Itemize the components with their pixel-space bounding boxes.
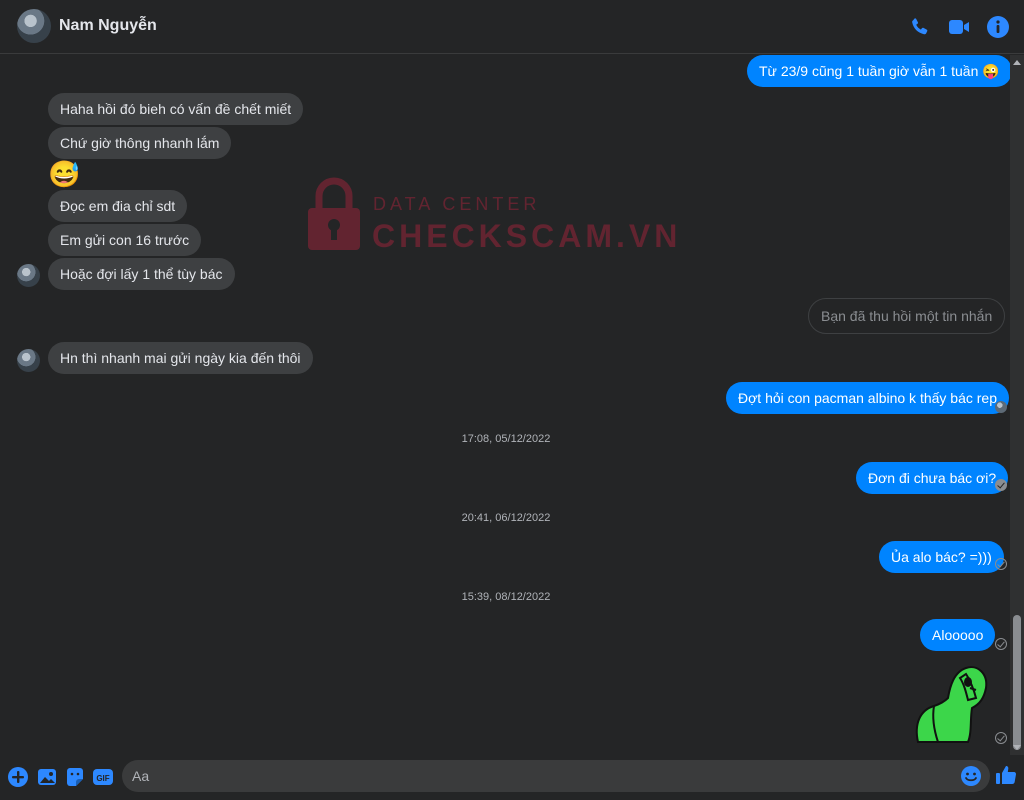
message-input[interactable] <box>132 760 952 792</box>
image-icon[interactable] <box>36 766 58 788</box>
gif-label: GIF <box>96 774 109 783</box>
sent-check-icon <box>995 732 1007 744</box>
incoming-message[interactable]: Hoặc đợi lấy 1 thể tùy bác <box>48 258 235 290</box>
chat-scrollbar[interactable] <box>1010 55 1024 755</box>
scroll-up-icon[interactable] <box>1013 60 1021 65</box>
incoming-message[interactable]: Đọc em đia chỉ sdt <box>48 190 188 222</box>
incoming-message[interactable]: Em gửi con 16 trước <box>48 224 202 256</box>
facepalm-sticker[interactable] <box>910 664 992 744</box>
incoming-message[interactable]: Haha hồi đó bieh có vấn đề chết miết <box>48 93 304 125</box>
scrollbar-thumb[interactable] <box>1013 615 1021 750</box>
emoji-icon[interactable] <box>960 765 982 787</box>
incoming-message[interactable]: Chứ giờ thông nhanh lắm <box>48 127 232 159</box>
seen-avatar <box>995 401 1007 413</box>
watermark-line1: DATA CENTER <box>373 194 541 214</box>
message-list[interactable]: DATA CENTER CHECKSCAM.VN Từ 23/9 cũng 1 … <box>0 55 1024 755</box>
gif-icon[interactable]: GIF <box>92 766 114 788</box>
sent-check-icon <box>995 638 1007 650</box>
sent-check-icon <box>995 558 1007 570</box>
sender-avatar[interactable] <box>17 264 40 287</box>
conversation-header: Nam Nguyễn <box>0 0 1024 54</box>
thumbs-up-icon[interactable] <box>995 764 1017 786</box>
outgoing-message[interactable]: Đợt hỏi con pacman albino k thấy bác rep <box>726 382 1009 414</box>
watermark-line2: CHECKSCAM.VN <box>372 218 682 254</box>
timestamp: 15:39, 08/12/2022 <box>461 591 551 603</box>
emoji-message[interactable]: 😅 <box>48 159 80 189</box>
delivered-check-icon <box>995 479 1007 491</box>
outgoing-message[interactable]: Từ 23/9 cũng 1 tuần giờ vẫn 1 tuần 😜 <box>747 55 1012 87</box>
outgoing-message[interactable]: Ủa alo bác? =))) <box>879 541 1004 573</box>
message-composer: GIF <box>0 755 1024 800</box>
info-icon[interactable] <box>986 15 1010 39</box>
outgoing-message[interactable]: Đơn đi chưa bác ơi? <box>856 462 1009 494</box>
phone-icon[interactable] <box>908 15 932 39</box>
padlock-icon <box>308 177 360 250</box>
timestamp: 17:08, 05/12/2022 <box>461 433 551 445</box>
timestamp: 20:41, 06/12/2022 <box>461 512 551 524</box>
plus-icon[interactable] <box>7 766 29 788</box>
unsent-message-notice: Bạn đã thu hồi một tin nhắn <box>808 298 1006 334</box>
message-input-wrapper[interactable] <box>122 760 990 792</box>
contact-name[interactable]: Nam Nguyễn <box>59 17 157 35</box>
incoming-message[interactable]: Hn thì nhanh mai gửi ngày kia đến thôi <box>48 342 313 374</box>
video-icon[interactable] <box>947 15 971 39</box>
outgoing-message[interactable]: Alooooo <box>920 619 996 651</box>
sticker-icon[interactable] <box>64 766 86 788</box>
sender-avatar[interactable] <box>17 349 40 372</box>
messenger-window: Nam Nguyễn DATA CENTER CHECKSCAM.VN Từ 2… <box>0 0 1024 800</box>
scroll-down-icon[interactable] <box>1013 745 1021 750</box>
checkscam-watermark: DATA CENTER CHECKSCAM.VN <box>305 176 677 256</box>
contact-avatar[interactable] <box>17 9 51 43</box>
